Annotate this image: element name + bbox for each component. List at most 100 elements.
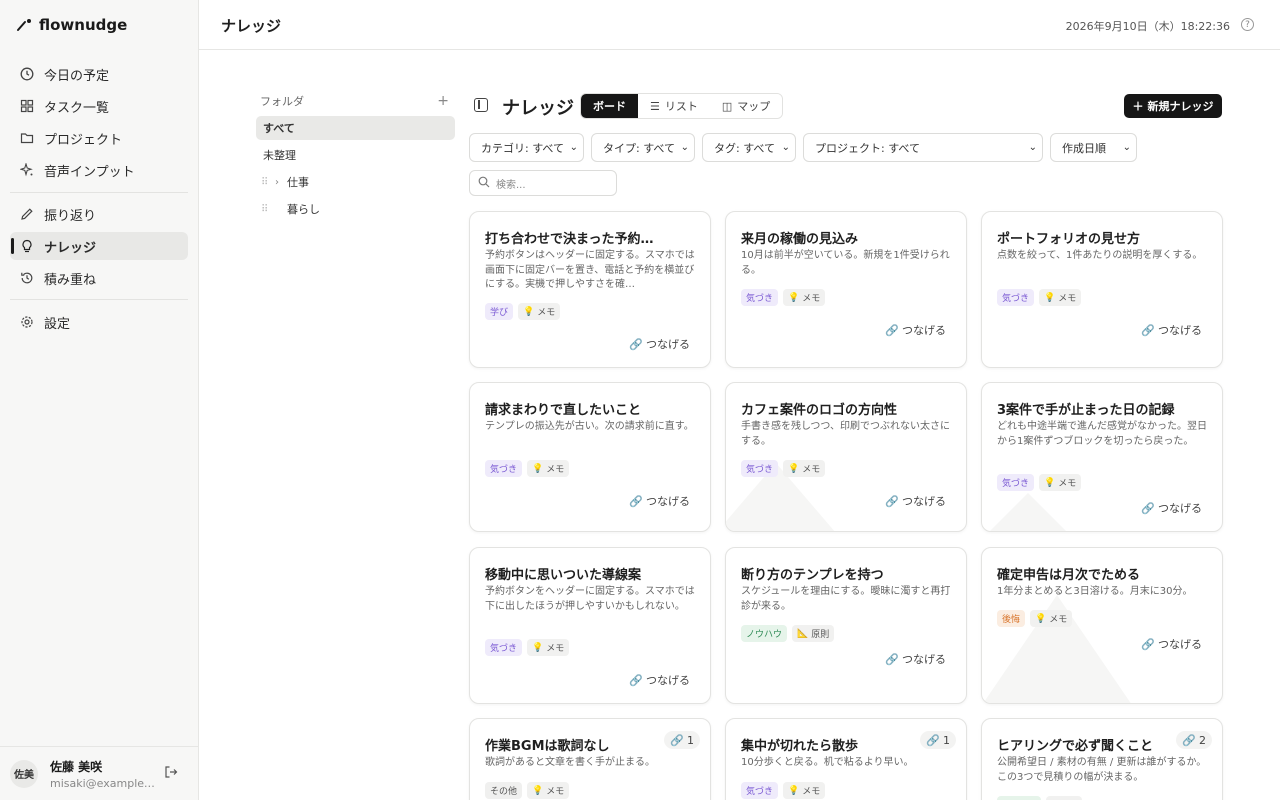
nav-divider (10, 192, 188, 193)
sidebar-item-voice-input[interactable]: 音声インプット (10, 156, 188, 184)
card-description: 予約ボタンはヘッダーに固定する。スマホでは画面下に固定バーを置き、電話と予約を横… (485, 250, 695, 290)
card-title: 断り方のテンプレを持つ (741, 568, 884, 583)
category-tag: その他 (485, 782, 523, 799)
sidebar-item-label: ナレッジ (44, 240, 97, 256)
sidebar-item-tasks[interactable]: タスク一覧 (10, 92, 188, 120)
connect-label: つなげる (1158, 502, 1202, 515)
connect-button[interactable]: 🔗 つなげる (629, 493, 690, 509)
connect-button[interactable]: 🔗 つなげる (629, 672, 690, 688)
knowledge-card[interactable]: カフェ案件のロゴの方向性 手書き感を残しつつ、印刷でつぶれない太さにする。 気づ… (725, 382, 967, 532)
type-tag: 📐 原則 (792, 625, 835, 642)
connect-label: つなげる (1158, 324, 1202, 337)
knowledge-card[interactable]: 確定申告は月次でためる 1年分まとめると3日溶ける。月末に30分。 後悔 💡 メモ… (981, 547, 1223, 704)
type-label: メモ (546, 465, 565, 475)
sparkle-icon (20, 163, 34, 177)
card-description: テンプレの振込先が古い。次の請求前に直す。 (485, 421, 694, 432)
connect-button[interactable]: 🔗 つなげる (885, 322, 946, 338)
sidebar-item-knowledge[interactable]: ナレッジ (10, 232, 188, 260)
knowledge-card[interactable]: 請求まわりで直したいこと テンプレの振込先が古い。次の請求前に直す。 気づき 💡… (469, 382, 711, 532)
type-filter-select[interactable]: タイプ: すべて ⌄ (591, 133, 695, 162)
card-description: スケジュールを理由にする。曖昧に濁すと再打診が来る。 (741, 586, 951, 612)
card-title: 請求まわりで直したいこと (485, 403, 642, 418)
avatar[interactable]: 佐美 (10, 759, 38, 788)
connect-label: つなげる (902, 495, 946, 508)
drag-handle-icon[interactable]: ⠿ (261, 204, 275, 215)
category-tag (997, 796, 1041, 800)
project-filter-select[interactable]: プロジェクト: すべて ⌄ (803, 133, 1043, 162)
knowledge-card[interactable]: ヒアリングで必ず聞くこと 🔗 2 公開希望日 / 素材の有無 / 更新は誰がするか… (981, 718, 1223, 800)
category-filter-select[interactable]: カテゴリ: すべて ⌄ (469, 133, 584, 162)
category-tag: 学び (485, 303, 514, 320)
link-count-badge: 🔗 1 (664, 731, 700, 749)
folder-item-all[interactable]: すべて (256, 116, 455, 140)
knowledge-card[interactable]: ポートフォリオの見せ方 点数を絞って、1件あたりの説明を厚くする。 気づき 💡 メ… (981, 211, 1223, 368)
folder-label: 暮らし (287, 203, 320, 216)
card-description: 点数を絞って、1件あたりの説明を厚くする。 (997, 250, 1203, 261)
knowledge-card[interactable]: 集中が切れたら散歩 🔗 1 10分歩くと戻る。机で粘るより早い。 気づき 💡 メモ (725, 718, 967, 800)
pencil-icon (20, 207, 34, 221)
connect-button[interactable]: 🔗 つなげる (885, 493, 946, 509)
sidebar-item-accumulation[interactable]: 積み重ね (10, 264, 188, 292)
folder-item-work[interactable]: ⠿ › 仕事 (256, 170, 455, 194)
tab-label: ボード (593, 100, 626, 113)
knowledge-card[interactable]: 3案件で手が止まった日の記録 どれも中途半端で進んだ感覚がなかった。翌日から1案… (981, 382, 1223, 532)
category-tag: 後悔 (997, 610, 1026, 627)
drag-handle-icon[interactable]: ⠿ (261, 177, 275, 188)
sidebar-item-review[interactable]: 振り返り (10, 200, 188, 228)
folder-item-unsorted[interactable]: 未整理 (256, 143, 455, 167)
connect-label: つなげる (902, 653, 946, 666)
knowledge-card[interactable]: 来月の稼働の見込み 10月は前半が空いている。新規を1件受けられる。 気づき 💡… (725, 211, 967, 368)
connect-label: つなげる (1158, 638, 1202, 651)
card-title: 集中が切れたら散歩 (741, 739, 859, 754)
search-input[interactable]: 検索... (469, 170, 617, 196)
connect-button[interactable]: 🔗 つなげる (1141, 636, 1202, 652)
new-knowledge-button[interactable]: ＋ 新規ナレッジ (1124, 94, 1222, 118)
connect-button[interactable]: 🔗 つなげる (629, 336, 690, 352)
sidebar-item-settings[interactable]: 設定 (10, 308, 188, 336)
type-tag: 💡 メモ (1039, 289, 1082, 306)
sort-select[interactable]: 作成日順 ⌄ (1050, 133, 1137, 162)
link-icon: 🔗 (629, 673, 643, 687)
main-title: ナレッジ (502, 98, 574, 119)
sidebar-item-projects[interactable]: プロジェクト (10, 124, 188, 152)
knowledge-card[interactable]: 断り方のテンプレを持つ スケジュールを理由にする。曖昧に濁すと再打診が来る。 ノ… (725, 547, 967, 704)
select-value: タイプ: すべて (603, 141, 675, 155)
sidebar: flownudge 今日の予定 タスク一覧 プロジェクト 音声インプット 振り返… (0, 0, 199, 800)
connect-button[interactable]: 🔗 つなげる (885, 651, 946, 667)
map-icon: ◫ (721, 99, 733, 113)
link-icon: 🔗 (1141, 323, 1155, 337)
tag-filter-select[interactable]: タグ: すべて ⌄ (702, 133, 796, 162)
connect-label: つなげる (646, 495, 690, 508)
tab-map[interactable]: ◫ マップ (709, 94, 783, 118)
card-description: 歌詞があると文章を書く手が止まる。 (485, 757, 655, 768)
tab-list[interactable]: ☰ リスト (638, 94, 710, 118)
logout-icon[interactable] (164, 765, 178, 783)
sidebar-toggle-icon[interactable] (474, 98, 488, 112)
chevron-down-icon: ⌄ (1122, 142, 1131, 153)
connect-button[interactable]: 🔗 つなげる (1141, 322, 1202, 338)
sidebar-item-today[interactable]: 今日の予定 (10, 60, 188, 88)
nav-secondary: 振り返り ナレッジ 積み重ね (10, 200, 188, 296)
lightbulb-icon: 💡 (788, 785, 800, 796)
knowledge-card[interactable]: 打ち合わせで決まった予約… 予約ボタンはヘッダーに固定する。スマホでは画面下に固… (469, 211, 711, 368)
category-tag: 気づき (485, 460, 523, 477)
tab-board[interactable]: ボード (581, 94, 638, 118)
connect-button[interactable]: 🔗 つなげる (1141, 500, 1202, 516)
brand-logo[interactable]: flownudge (16, 14, 127, 36)
lightbulb-icon: 💡 (788, 463, 800, 474)
chevron-right-icon[interactable]: › (275, 177, 287, 188)
sidebar-item-label: 今日の予定 (44, 68, 110, 84)
knowledge-card[interactable]: 作業BGMは歌詞なし 🔗 1 歌詞があると文章を書く手が止まる。 その他 💡 メモ (469, 718, 711, 800)
top-header: ナレッジ 2026年9月10日（木）18:22:36 ? (199, 0, 1280, 50)
card-title: 移動中に思いついた導線案 (485, 568, 642, 583)
folder-icon (20, 131, 34, 145)
type-label: 原則 (811, 630, 830, 640)
chevron-down-icon: ⌄ (781, 142, 790, 153)
add-folder-button[interactable]: + (437, 93, 449, 109)
folder-item-life[interactable]: ⠿ 暮らし (256, 197, 455, 221)
link-count: 1 (943, 733, 950, 747)
knowledge-card[interactable]: 移動中に思いついた導線案 予約ボタンをヘッダーに固定する。スマホでは下に出したほ… (469, 547, 711, 704)
help-icon[interactable]: ? (1241, 18, 1254, 31)
sidebar-item-label: 設定 (44, 316, 71, 332)
sidebar-item-label: 積み重ね (44, 272, 97, 288)
